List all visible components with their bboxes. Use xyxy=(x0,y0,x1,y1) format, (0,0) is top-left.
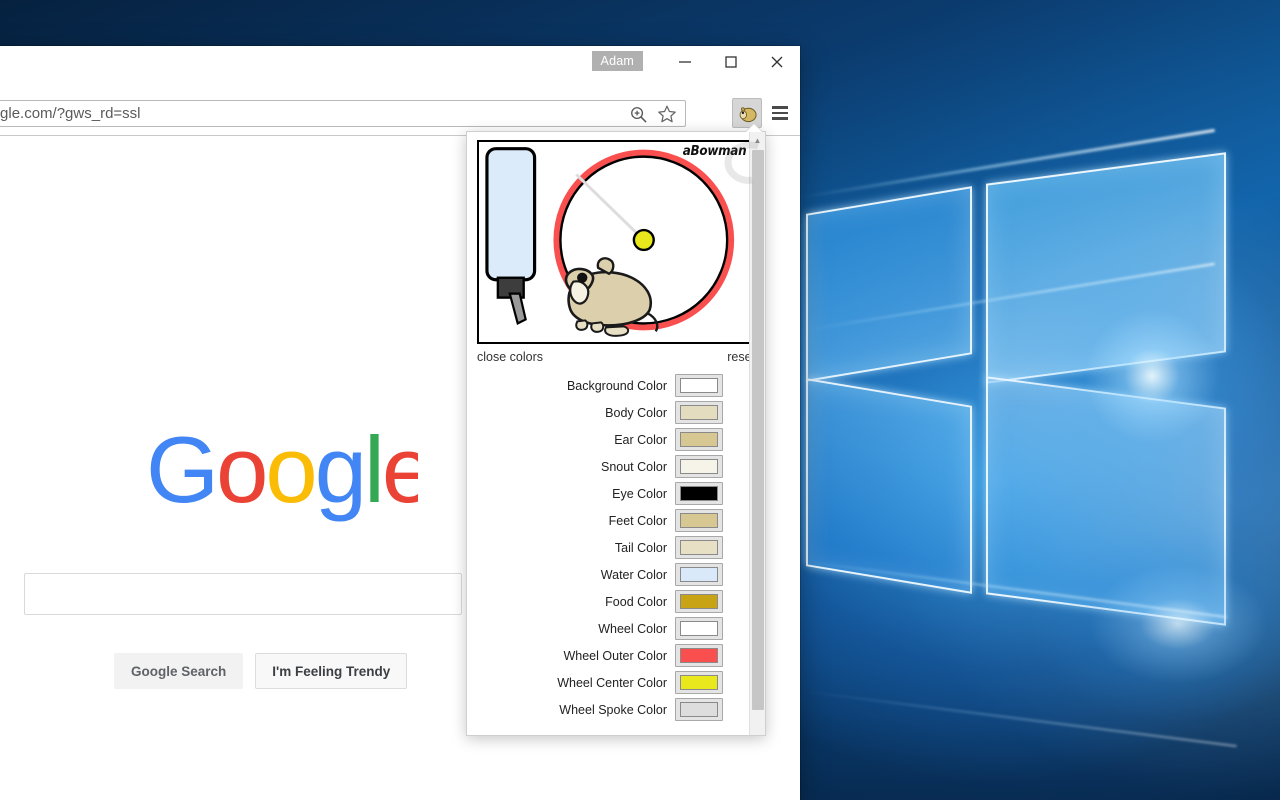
color-row: Wheel Color xyxy=(467,615,765,642)
color-label: Eye Color xyxy=(612,486,667,501)
color-swatch-button[interactable] xyxy=(675,401,723,424)
feeling-trendy-button[interactable]: I'm Feeling Trendy xyxy=(255,653,408,689)
color-label: Ear Color xyxy=(614,432,667,447)
browser-toolbar: google.com/?gws_rd=ssl xyxy=(0,94,800,136)
color-row: Body Color xyxy=(467,399,765,426)
color-swatch-button[interactable] xyxy=(675,536,723,559)
color-label: Wheel Center Color xyxy=(557,675,667,690)
toolbar-right-actions xyxy=(732,98,794,128)
popup-links-row: close colors reset xyxy=(467,344,765,368)
color-settings-list: Background Color Body Color Ear Color Snout… xyxy=(467,368,765,729)
color-swatch-button[interactable] xyxy=(675,671,723,694)
url-text[interactable]: google.com/?gws_rd=ssl xyxy=(0,105,141,122)
close-button[interactable] xyxy=(754,48,800,76)
menu-line xyxy=(772,117,788,120)
color-label: Wheel Color xyxy=(598,621,667,636)
color-label: Tail Color xyxy=(614,540,667,555)
omnibox[interactable]: google.com/?gws_rd=ssl xyxy=(0,100,686,127)
color-swatch-button[interactable] xyxy=(675,590,723,613)
color-row: Background Color xyxy=(467,372,765,399)
search-input-field[interactable] xyxy=(25,574,461,614)
wheel-hub xyxy=(632,228,655,252)
menu-line xyxy=(772,111,788,115)
scrollbar-up-arrow-icon[interactable]: ▲ xyxy=(750,132,765,148)
color-swatch[interactable] xyxy=(680,540,718,555)
hamster-stage[interactable]: aBowman xyxy=(477,140,755,344)
color-row: Wheel Center Color xyxy=(467,669,765,696)
close-colors-link[interactable]: close colors xyxy=(477,350,543,364)
color-swatch[interactable] xyxy=(680,405,718,420)
color-swatch[interactable] xyxy=(680,594,718,609)
color-swatch-button[interactable] xyxy=(675,509,723,532)
hamster-eye xyxy=(577,272,588,283)
popup-caret-icon xyxy=(746,124,762,132)
color-swatch[interactable] xyxy=(680,378,718,393)
color-swatch[interactable] xyxy=(680,675,718,690)
color-swatch[interactable] xyxy=(680,513,718,528)
color-swatch[interactable] xyxy=(680,621,718,636)
color-label: Food Color xyxy=(605,594,667,609)
color-label: Wheel Outer Color xyxy=(563,648,667,663)
minimize-button[interactable] xyxy=(662,48,708,76)
color-label: Wheel Spoke Color xyxy=(559,702,667,717)
color-row: Water Color xyxy=(467,561,765,588)
color-label: Background Color xyxy=(566,378,667,393)
color-row: Tail Color xyxy=(467,534,765,561)
color-row: Snout Color xyxy=(467,453,765,480)
wallpaper-pane-top-right xyxy=(986,152,1226,384)
color-swatch[interactable] xyxy=(680,648,718,663)
browser-titlebar[interactable]: Adam xyxy=(0,46,800,94)
color-row: Wheel Outer Color xyxy=(467,642,765,669)
wallpaper-pane-top-left xyxy=(806,186,972,382)
color-swatch[interactable] xyxy=(680,702,718,717)
svg-text:Google: Google xyxy=(146,430,418,522)
color-swatch-button[interactable] xyxy=(675,644,723,667)
color-swatch-button[interactable] xyxy=(675,482,723,505)
color-swatch-button[interactable] xyxy=(675,455,723,478)
star-icon[interactable] xyxy=(657,104,677,129)
color-swatch-button[interactable] xyxy=(675,563,723,586)
color-row: Eye Color xyxy=(467,480,765,507)
color-swatch[interactable] xyxy=(680,432,718,447)
hamster-scene xyxy=(485,147,735,337)
profile-chip[interactable]: Adam xyxy=(591,51,643,71)
color-swatch[interactable] xyxy=(680,459,718,474)
wallpaper-pane-bottom-left xyxy=(806,378,972,594)
color-swatch[interactable] xyxy=(680,486,718,501)
popup-scrollbar[interactable]: ▲ xyxy=(724,132,765,735)
color-row: Feet Color xyxy=(467,507,765,534)
abowman-watermark: aBowman xyxy=(682,144,747,159)
color-row: Food Color xyxy=(467,588,765,615)
color-label: Water Color xyxy=(600,567,667,582)
color-row: Ear Color xyxy=(467,426,765,453)
maximize-button[interactable] xyxy=(708,48,754,76)
color-swatch-button[interactable] xyxy=(675,374,723,397)
water-bottle-icon xyxy=(485,147,537,325)
color-swatch-button[interactable] xyxy=(675,428,723,451)
color-swatch-button[interactable] xyxy=(675,617,723,640)
color-row: Wheel Spoke Color xyxy=(467,696,765,723)
color-label: Feet Color xyxy=(608,513,667,528)
zoom-icon[interactable] xyxy=(629,105,648,129)
color-swatch[interactable] xyxy=(680,567,718,582)
search-buttons: Google Search I'm Feeling Trendy xyxy=(114,653,408,689)
desktop: Adam google.com/?gws_rd=ssl xyxy=(0,0,1280,800)
scrollbar-thumb[interactable] xyxy=(752,150,764,710)
google-search-button[interactable]: Google Search xyxy=(114,653,244,689)
color-swatch-button[interactable] xyxy=(675,698,723,721)
omnibox-icons xyxy=(629,104,677,129)
hamster-extension-popup: aBowman close colors reset Background Co… xyxy=(466,131,766,736)
color-label: Snout Color xyxy=(600,459,667,474)
menu-line xyxy=(772,106,788,109)
chrome-menu-button[interactable] xyxy=(766,99,794,127)
google-logo: Google xyxy=(146,430,418,522)
wallpaper-pane-bottom-right xyxy=(986,376,1226,626)
search-input[interactable] xyxy=(24,573,462,615)
color-label: Body Color xyxy=(605,405,667,420)
